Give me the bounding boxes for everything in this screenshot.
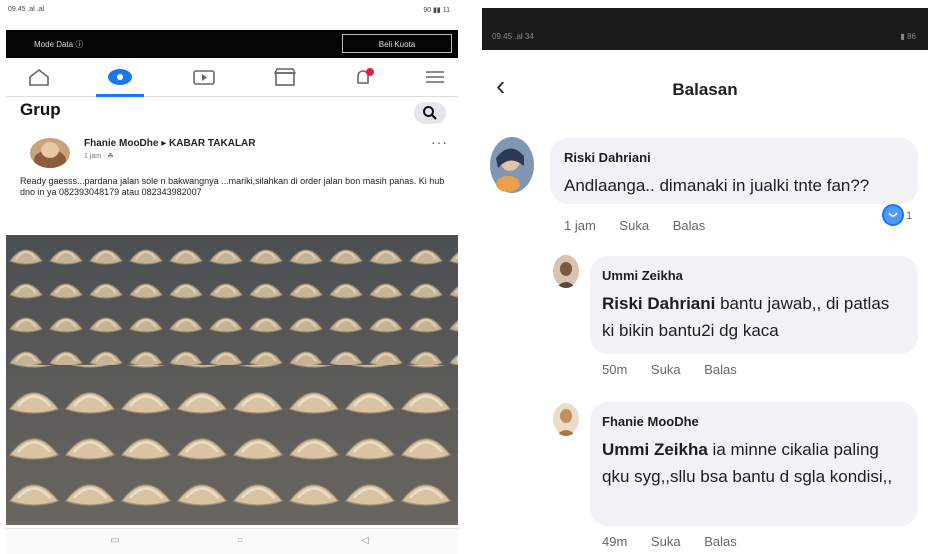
home-icon[interactable] bbox=[24, 66, 54, 88]
reply-link[interactable]: Balas bbox=[704, 534, 737, 549]
comment-actions: 49m Suka Balas bbox=[602, 534, 757, 549]
avatar[interactable] bbox=[552, 254, 580, 288]
comment-text: Riski Dahriani bantu jawab,, di patlas k… bbox=[602, 290, 902, 344]
reaction-icon[interactable] bbox=[882, 204, 904, 226]
comment-text: Andlaanga.. dimanaki in jualki tnte fan?… bbox=[564, 176, 870, 195]
avatar[interactable] bbox=[488, 136, 536, 194]
post-author[interactable]: Fhanie MooDhe ▸ KABAR TAKALAR bbox=[84, 138, 256, 149]
recent-apps-icon[interactable]: ▭ bbox=[106, 535, 124, 547]
comment-author[interactable]: Riski Dahriani bbox=[564, 150, 651, 165]
more-options-icon[interactable]: ··· bbox=[431, 134, 448, 150]
post-meta: 1 jam · ☘ bbox=[84, 153, 114, 160]
post-text: Ready gaesss...pardana jalan sole n bakw… bbox=[20, 176, 445, 197]
menu-icon[interactable] bbox=[420, 66, 450, 88]
groups-icon[interactable] bbox=[105, 66, 135, 88]
top-navigation bbox=[6, 60, 458, 97]
search-icon bbox=[423, 106, 437, 120]
comment-mention[interactable]: Riski Dahriani bbox=[602, 294, 715, 313]
comment-author[interactable]: Fhanie MooDhe bbox=[602, 414, 699, 429]
comment-actions: 1 jam Suka Balas bbox=[564, 218, 725, 233]
buy-quota-button[interactable]: Beli Kuota bbox=[342, 34, 452, 53]
replies-header: ‹ Balasan bbox=[482, 50, 928, 130]
reaction-count: 1 bbox=[906, 210, 913, 222]
avatar[interactable] bbox=[552, 402, 580, 436]
search-button[interactable] bbox=[414, 102, 446, 124]
marketplace-icon[interactable] bbox=[270, 66, 300, 88]
comment-time: 1 jam bbox=[564, 218, 596, 233]
status-indicators: ▮ 86 bbox=[900, 32, 916, 41]
right-screenshot-replies: 09.45 .al 34 ▮ 86 ‹ Balasan Riski Dahria… bbox=[476, 0, 928, 554]
like-link[interactable]: Suka bbox=[651, 534, 681, 549]
like-link[interactable]: Suka bbox=[651, 362, 681, 377]
avatar[interactable] bbox=[30, 138, 70, 168]
status-indicators: 90 ▮▮ 11 bbox=[423, 7, 450, 14]
back-button-icon[interactable]: ◁ bbox=[356, 535, 374, 547]
comment-author[interactable]: Ummi Zeikha bbox=[602, 268, 683, 283]
status-time: 09.45 .al 34 bbox=[492, 32, 534, 41]
comment-time: 50m bbox=[602, 362, 628, 377]
status-bar: 09.45 .al 34 ▮ 86 bbox=[482, 8, 928, 50]
page-title: Grup bbox=[20, 100, 61, 119]
page-title: Balasan bbox=[672, 80, 738, 99]
status-time: 09.45 .al .al bbox=[8, 6, 45, 13]
post-photo[interactable] bbox=[6, 235, 458, 525]
comment-time: 49m bbox=[602, 534, 628, 549]
data-mode-bar: Mode Data ⓘ Beli Kuota bbox=[6, 30, 458, 58]
like-link[interactable]: Suka bbox=[619, 218, 649, 233]
comment-actions: 50m Suka Balas bbox=[602, 362, 757, 377]
comment-text: Ummi Zeikha ia minne cikalia paling qku … bbox=[602, 436, 908, 490]
reply-link[interactable]: Balas bbox=[673, 218, 706, 233]
left-screenshot-facebook-group: 09.45 .al .al 90 ▮▮ 11 Mode Data ⓘ Beli … bbox=[0, 0, 462, 554]
data-mode-label: Mode Data ⓘ bbox=[34, 40, 84, 49]
comment-mention[interactable]: Ummi Zeikha bbox=[602, 440, 708, 459]
system-nav-bar: ▭ ○ ◁ bbox=[6, 528, 458, 554]
notifications-icon[interactable] bbox=[348, 66, 378, 88]
reply-link[interactable]: Balas bbox=[704, 362, 737, 377]
status-bar: 09.45 .al .al 90 ▮▮ 11 bbox=[0, 0, 462, 28]
watch-icon[interactable] bbox=[189, 66, 219, 88]
active-tab-indicator bbox=[96, 94, 144, 97]
home-button-icon[interactable]: ○ bbox=[231, 535, 249, 547]
